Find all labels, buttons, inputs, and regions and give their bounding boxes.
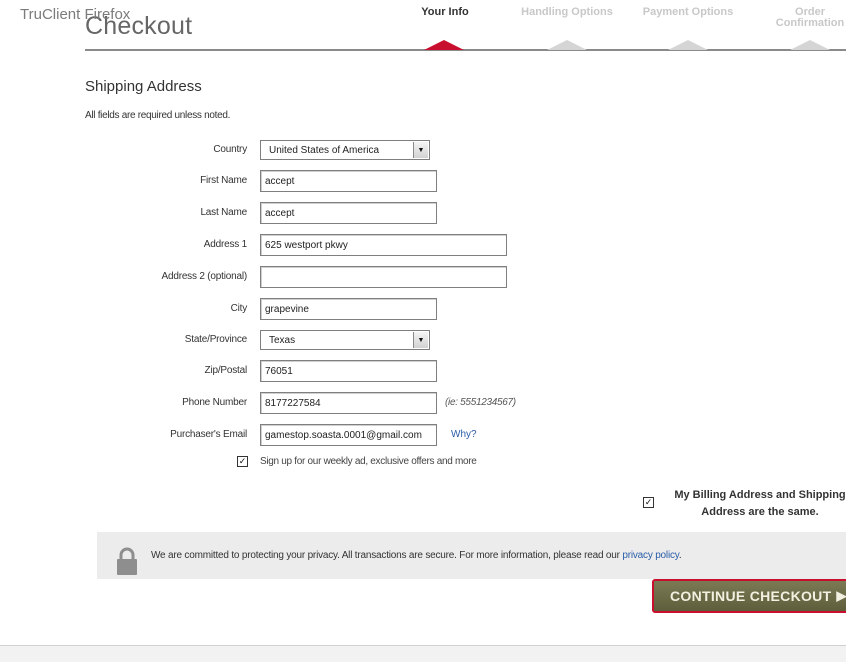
lock-icon — [117, 547, 137, 575]
privacy-policy-link[interactable]: privacy policy — [622, 550, 679, 561]
step-order-confirmation-marker — [790, 40, 830, 50]
state-selected-value: Texas — [269, 334, 296, 346]
last-name-label: Last Name — [200, 207, 247, 218]
step-order-confirmation: Order Confirmation — [775, 6, 845, 29]
address1-input[interactable] — [260, 234, 507, 256]
required-note: All fields are required unless noted. — [85, 110, 231, 121]
why-link[interactable]: Why? — [451, 429, 477, 440]
first-name-input[interactable] — [260, 170, 437, 192]
continue-checkout-button[interactable]: CONTINUE CHECKOUT ▶ — [652, 579, 846, 613]
email-input[interactable] — [260, 424, 437, 446]
phone-format-hint: (ie: 5551234567) — [445, 397, 516, 408]
country-label: Country — [213, 144, 247, 155]
step-your-info-marker — [424, 40, 464, 50]
billing-same-line2: Address are the same. — [701, 506, 819, 518]
signup-label: Sign up for our weekly ad, exclusive off… — [260, 456, 477, 467]
zip-input[interactable] — [260, 360, 437, 382]
step-handling-options-marker — [547, 40, 587, 50]
billing-same-checkbox[interactable]: ✓ — [643, 497, 654, 508]
billing-same-label: My Billing Address and Shipping Address … — [670, 487, 846, 521]
privacy-end: . — [678, 550, 682, 561]
city-label: City — [230, 303, 248, 314]
state-select[interactable]: Texas ▼ — [260, 330, 430, 350]
phone-label: Phone Number — [182, 397, 247, 408]
step-handling-options: Handling Options — [521, 6, 613, 18]
city-input[interactable] — [260, 298, 437, 320]
address2-input[interactable] — [260, 266, 507, 288]
continue-checkout-label: CONTINUE CHECKOUT — [670, 588, 832, 604]
state-label: State/Province — [184, 334, 247, 345]
chevron-down-icon[interactable]: ▼ — [413, 332, 428, 348]
section-title: Shipping Address — [85, 78, 202, 95]
zip-label: Zip/Postal — [204, 365, 248, 376]
country-select[interactable]: United States of America ▼ — [260, 140, 430, 160]
privacy-text: We are committed to protecting your priv… — [151, 550, 682, 561]
chevron-down-icon[interactable]: ▼ — [413, 142, 428, 158]
first-name-label: First Name — [200, 175, 247, 186]
signup-checkbox[interactable]: ✓ — [237, 456, 248, 467]
step-your-info: Your Info — [421, 6, 469, 18]
billing-same-line1: My Billing Address and Shipping — [674, 489, 846, 501]
privacy-statement: We are committed to protecting your priv… — [151, 550, 623, 561]
country-selected-value: United States of America — [269, 144, 380, 156]
title-divider — [85, 49, 846, 51]
address2-label: Address 2 (optional) — [161, 271, 248, 282]
step-payment-options-marker — [668, 40, 708, 50]
footer-band — [0, 646, 846, 662]
last-name-input[interactable] — [260, 202, 437, 224]
step-payment-options: Payment Options — [642, 6, 734, 18]
play-arrow-icon: ▶ — [836, 588, 846, 603]
address1-label: Address 1 — [203, 239, 247, 250]
email-label: Purchaser's Email — [170, 429, 247, 440]
phone-input[interactable] — [260, 392, 437, 414]
browser-title: TruClient Firefox — [20, 6, 131, 23]
